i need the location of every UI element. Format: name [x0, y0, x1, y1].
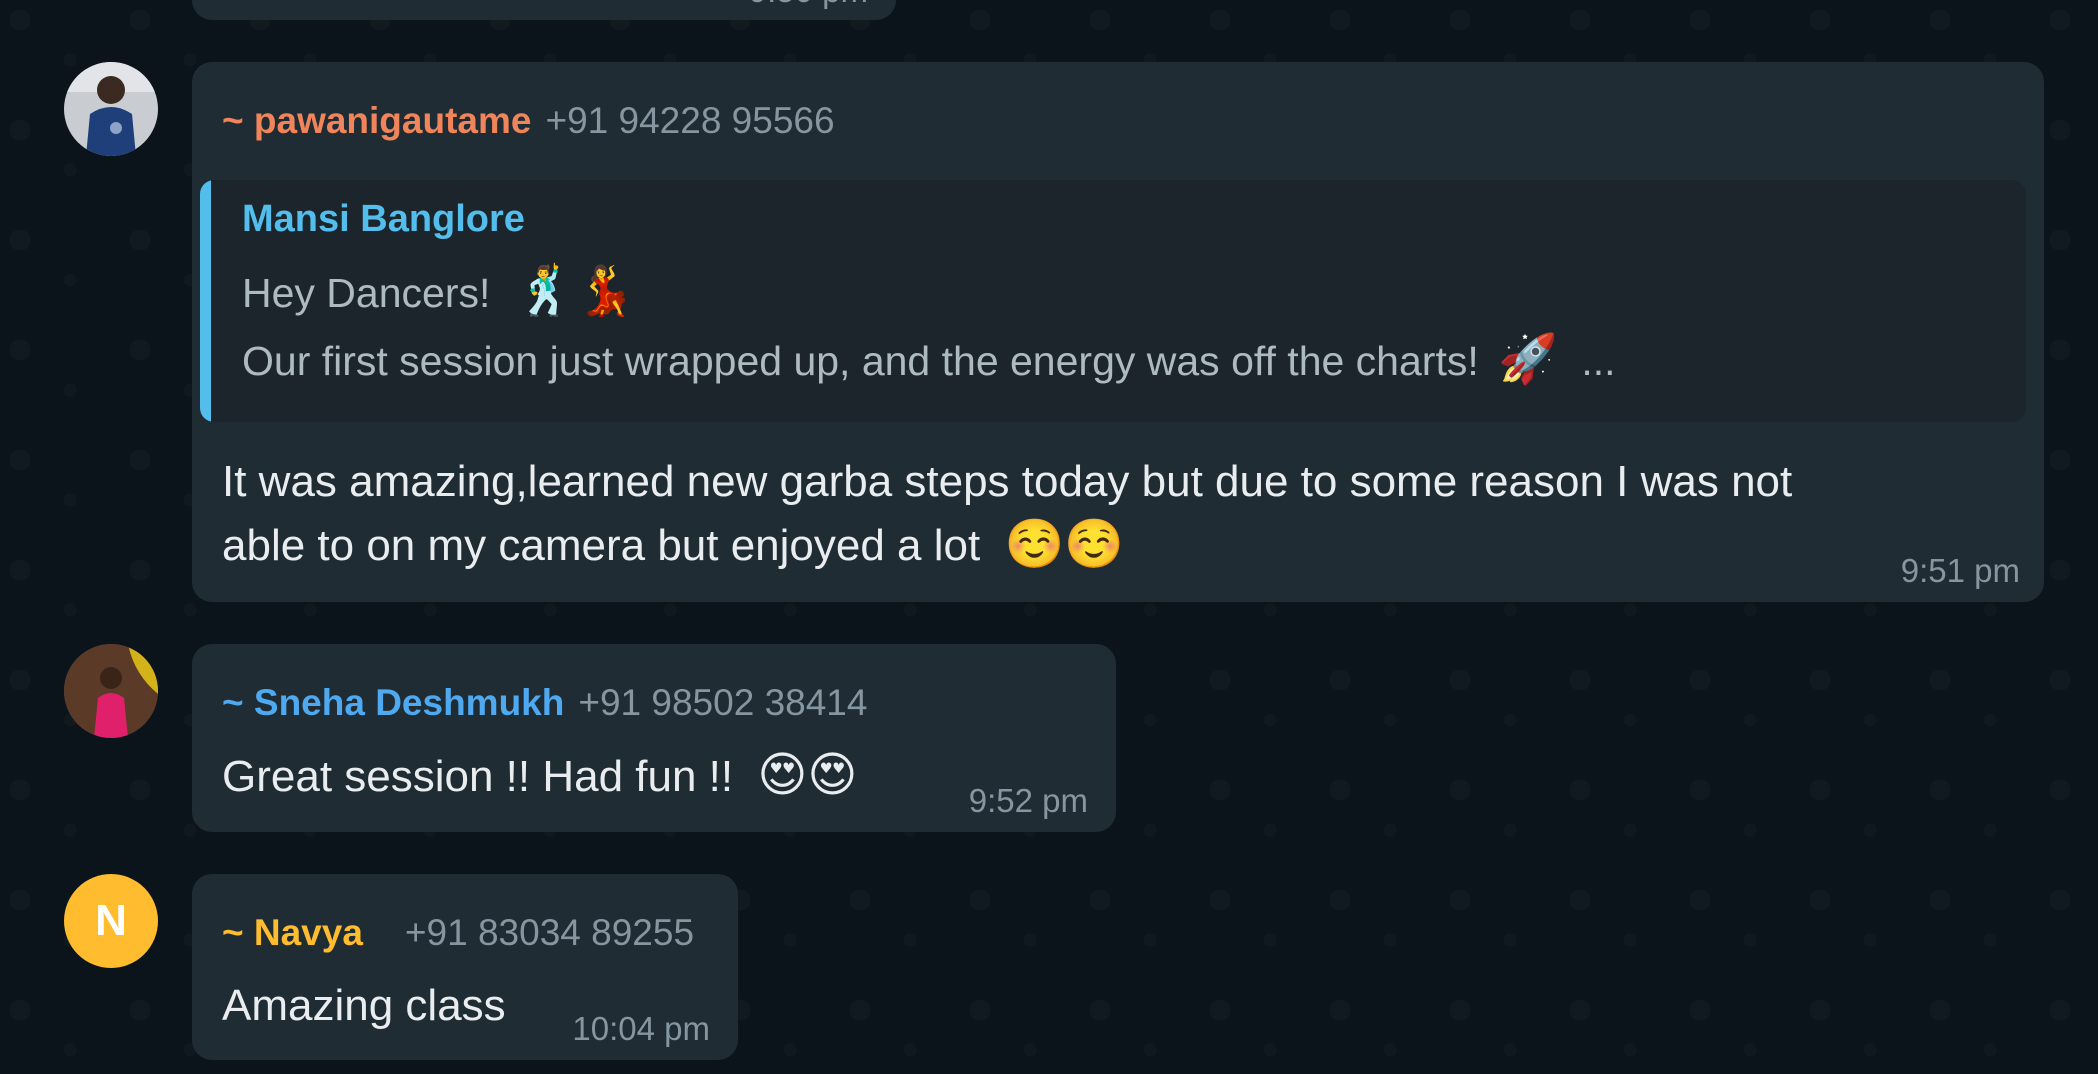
avatar-navya[interactable]: N — [64, 874, 158, 968]
quoted-line-1: Hey Dancers! 🕺💃 — [242, 262, 635, 319]
message-timestamp: 10:04 pm — [572, 1010, 710, 1047]
sender-name[interactable]: ~ Navya — [222, 912, 363, 953]
quote-accent-bar — [200, 180, 211, 422]
quoted-more-ellipsis: ... — [1581, 338, 1616, 384]
sender-name[interactable]: ~ Sneha Deshmukh — [222, 682, 564, 723]
quoted-line-1-text: Hey Dancers! — [242, 270, 491, 316]
profile-photo-icon — [64, 62, 158, 156]
quoted-message[interactable]: Mansi Banglore Hey Dancers! 🕺💃 Our first… — [200, 180, 2026, 422]
sender-row: ~ Navya +91 83034 89255 — [222, 912, 694, 954]
message-text-line-2: able to on my camera but enjoyed a lot ☺… — [222, 513, 1792, 577]
dancers-emoji: 🕺💃 — [515, 265, 636, 318]
message-timestamp: 9:51 pm — [1900, 552, 2020, 589]
sender-row: ~ Sneha Deshmukh +91 98502 38414 — [222, 682, 867, 724]
message-text-body: Great session !! Had fun !! — [222, 752, 734, 801]
quoted-line-2-text: Our first session just wrapped up, and t… — [242, 338, 1479, 384]
avatar-letter: N — [95, 896, 127, 945]
message-text: Great session !! Had fun !! 😍😍 — [222, 744, 857, 808]
avatar-pawanigautame[interactable] — [64, 62, 158, 156]
rocket-emoji: 🚀 — [1498, 333, 1558, 386]
sender-phone[interactable]: +91 94228 95566 — [545, 100, 834, 141]
avatar-sneha-deshmukh[interactable] — [64, 644, 158, 738]
smiling-emoji: ☺️☺️ — [1004, 518, 1124, 571]
previous-message-timestamp: 9:50 pm — [749, 0, 868, 10]
message-text-line-2-text: able to on my camera but enjoyed a lot — [222, 521, 981, 570]
message-bubble-navya[interactable]: ~ Navya +91 83034 89255 Amazing class 10:… — [192, 874, 738, 1060]
message-text: Amazing class — [222, 981, 506, 1030]
previous-message-bubble[interactable]: 9:50 pm — [192, 0, 896, 20]
sender-phone[interactable]: +91 98502 38414 — [578, 682, 867, 723]
message-timestamp: 9:52 pm — [968, 782, 1088, 819]
quoted-author: Mansi Banglore — [242, 198, 525, 240]
heart-eyes-emoji: 😍😍 — [757, 749, 858, 802]
message-text-line-1: It was amazing,learned new garba steps t… — [222, 457, 1793, 506]
message-bubble-pawanigautame[interactable]: ~ pawanigautame +91 94228 95566 Mansi Ban… — [192, 62, 2044, 602]
message-text: It was amazing,learned new garba steps t… — [222, 450, 1792, 577]
message-bubble-sneha-deshmukh[interactable]: ~ Sneha Deshmukh +91 98502 38414 Great se… — [192, 644, 1116, 832]
profile-photo-icon — [64, 644, 158, 738]
sender-name[interactable]: ~ pawanigautame — [222, 100, 531, 141]
sender-phone[interactable]: +91 83034 89255 — [405, 912, 694, 953]
sender-row: ~ pawanigautame +91 94228 95566 — [222, 100, 835, 142]
quoted-line-2: Our first session just wrapped up, and t… — [242, 330, 1616, 387]
